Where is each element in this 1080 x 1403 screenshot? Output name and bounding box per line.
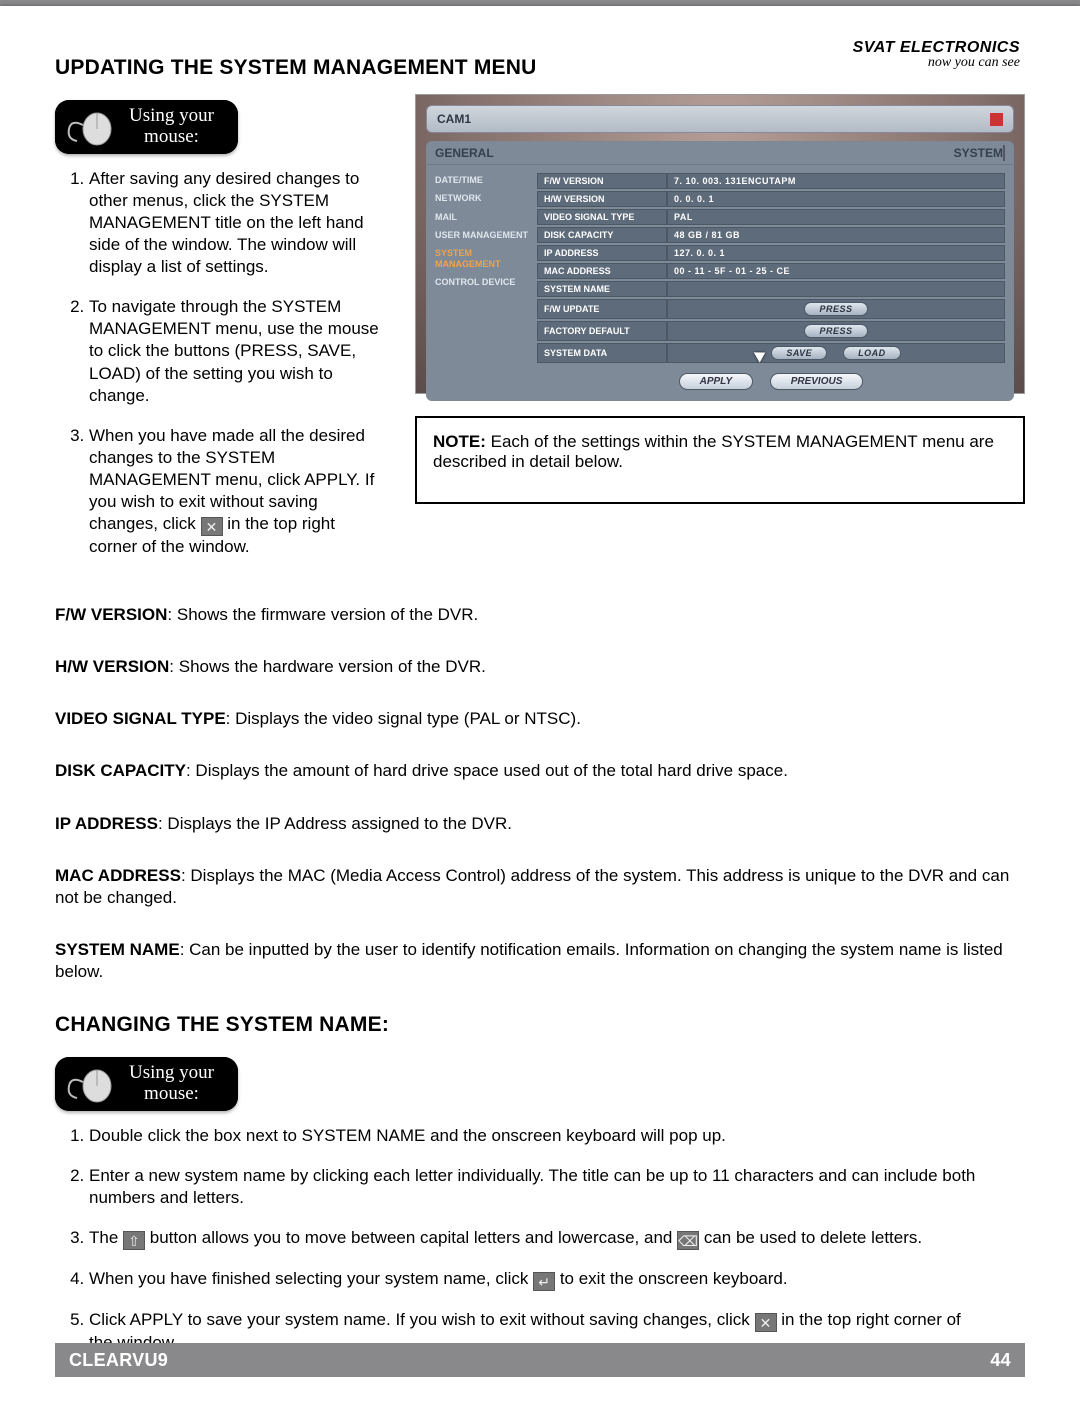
sys-row-value: 00 - 11 - 5F - 01 - 25 - CE <box>667 263 1005 279</box>
backspace-icon: ⌫ <box>677 1231 699 1250</box>
apply-button[interactable]: APPLY <box>679 373 754 390</box>
s2-2: Enter a new system name by clicking each… <box>89 1165 985 1209</box>
nav-system-mgmt[interactable]: SYSTEM MANAGEMENT <box>433 244 531 273</box>
definition-line: DISK CAPACITY: Displays the amount of ha… <box>55 760 1025 782</box>
manual-page: SVAT ELECTRONICS now you can see UPDATIN… <box>0 6 1080 1403</box>
sys-row-value <box>667 281 1005 297</box>
mouse-label-2b: mouse: <box>129 1084 214 1105</box>
s2-1: Double click the box next to SYSTEM NAME… <box>89 1125 985 1147</box>
sys-row-label: F/W VERSION <box>537 173 667 189</box>
step-1: After saving any desired changes to othe… <box>89 168 385 278</box>
nav-user-mgmt[interactable]: USER MANAGEMENT <box>433 226 531 244</box>
sys-row-actions: SAVE LOAD <box>667 343 1005 363</box>
mouse-label-1b: Using your <box>129 1063 214 1084</box>
sys-row-value: 127. 0. 0. 1 <box>667 245 1005 261</box>
definition-line: H/W VERSION: Shows the hardware version … <box>55 656 1025 678</box>
using-mouse-badge: Using your mouse: <box>55 100 238 154</box>
mouse-label-2: mouse: <box>129 127 214 148</box>
definition-line: MAC ADDRESS: Displays the MAC (Media Acc… <box>55 865 1025 909</box>
sys-row-label: FACTORY DEFAULT <box>537 321 667 341</box>
sys-row-label: H/W VERSION <box>537 191 667 207</box>
panel-title-left: GENERAL <box>435 146 494 160</box>
record-icon <box>990 113 1003 126</box>
definition-line: VIDEO SIGNAL TYPE: Displays the video si… <box>55 708 1025 730</box>
sys-row-label: SYSTEM NAME <box>537 281 667 297</box>
step-2: To navigate through the SYSTEM MANAGEMEN… <box>89 296 385 406</box>
steps-list-1: After saving any desired changes to othe… <box>55 168 385 558</box>
shift-icon: ⇧ <box>123 1231 145 1250</box>
settings-panel: GENERAL SYSTEM DATE/TIME NETWORK MAIL US… <box>426 141 1014 401</box>
note-box: NOTE: Each of the settings within the SY… <box>415 416 1025 504</box>
mouse-label-1: Using your <box>129 106 214 127</box>
definitions-block: F/W VERSION: Shows the firmware version … <box>55 604 1025 983</box>
sys-row-label: MAC ADDRESS <box>537 263 667 279</box>
close-icon: ✕ <box>755 1313 777 1332</box>
sys-row-label: VIDEO SIGNAL TYPE <box>537 209 667 225</box>
definition-line: SYSTEM NAME: Can be inputted by the user… <box>55 939 1025 983</box>
panel-title-right: SYSTEM <box>954 146 1003 160</box>
press-button[interactable]: PRESS <box>804 302 867 316</box>
steps-list-2: Double click the box next to SYSTEM NAME… <box>55 1125 1025 1354</box>
sys-row-label: SYSTEM DATA <box>537 343 667 363</box>
note-text: Each of the settings within the SYSTEM M… <box>433 432 994 471</box>
section-heading-2: CHANGING THE SYSTEM NAME: <box>55 1013 1025 1037</box>
sys-row-label: IP ADDRESS <box>537 245 667 261</box>
mouse-icon <box>63 1064 117 1104</box>
footer-model: CLEARVU9 <box>69 1350 168 1371</box>
cam-label: CAM1 <box>437 112 471 126</box>
footer-page: 44 <box>990 1350 1011 1371</box>
brand-name: SVAT ELECTRONICS <box>853 40 1020 56</box>
instructions-column: Using your mouse: After saving any desir… <box>55 94 385 576</box>
save-button[interactable]: SAVE <box>771 346 827 360</box>
sys-row-value: 0. 0. 0. 1 <box>667 191 1005 207</box>
sys-row-label: F/W UPDATE <box>537 299 667 319</box>
system-table: F/W VERSION7. 10. 003. 131ENCUTAPMH/W VE… <box>537 171 1005 365</box>
enter-icon: ↵ <box>533 1272 555 1291</box>
nav-network[interactable]: NETWORK <box>433 189 531 207</box>
sys-row-actions: PRESS <box>667 321 1005 341</box>
previous-button[interactable]: PREVIOUS <box>770 373 864 390</box>
definition-line: F/W VERSION: Shows the firmware version … <box>55 604 1025 626</box>
step-3: When you have made all the desired chang… <box>89 425 385 558</box>
note-label: NOTE: <box>433 432 486 451</box>
load-button[interactable]: LOAD <box>843 346 901 360</box>
s2-4: When you have finished selecting your sy… <box>89 1268 985 1291</box>
definition-line: IP ADDRESS: Displays the IP Address assi… <box>55 813 1025 835</box>
sys-row-actions: PRESS <box>667 299 1005 319</box>
using-mouse-badge-2: Using your mouse: <box>55 1057 238 1111</box>
close-icon: ✕ <box>201 517 223 536</box>
sys-row-value: PAL <box>667 209 1005 225</box>
sys-row-label: DISK CAPACITY <box>537 227 667 243</box>
panel-close-icon[interactable] <box>1003 145 1005 161</box>
page-footer: CLEARVU9 44 <box>55 1343 1025 1377</box>
cam-bar: CAM1 <box>426 105 1014 133</box>
sys-row-value: 48 GB / 81 GB <box>667 227 1005 243</box>
dvr-screenshot: CAM1 GENERAL SYSTEM DATE/TIME <box>415 94 1025 394</box>
press-button[interactable]: PRESS <box>804 324 867 338</box>
nav-date[interactable]: DATE/TIME <box>433 171 531 189</box>
nav-control-device[interactable]: CONTROL DEVICE <box>433 273 531 291</box>
brand-tagline: now you can see <box>853 56 1020 70</box>
sys-row-value: 7. 10. 003. 131ENCUTAPM <box>667 173 1005 189</box>
mouse-icon <box>63 107 117 147</box>
nav-mail[interactable]: MAIL <box>433 208 531 226</box>
s2-3: The ⇧ button allows you to move between … <box>89 1227 985 1250</box>
brand-block: SVAT ELECTRONICS now you can see <box>853 40 1020 70</box>
settings-sidebar: DATE/TIME NETWORK MAIL USER MANAGEMENT S… <box>427 165 537 400</box>
